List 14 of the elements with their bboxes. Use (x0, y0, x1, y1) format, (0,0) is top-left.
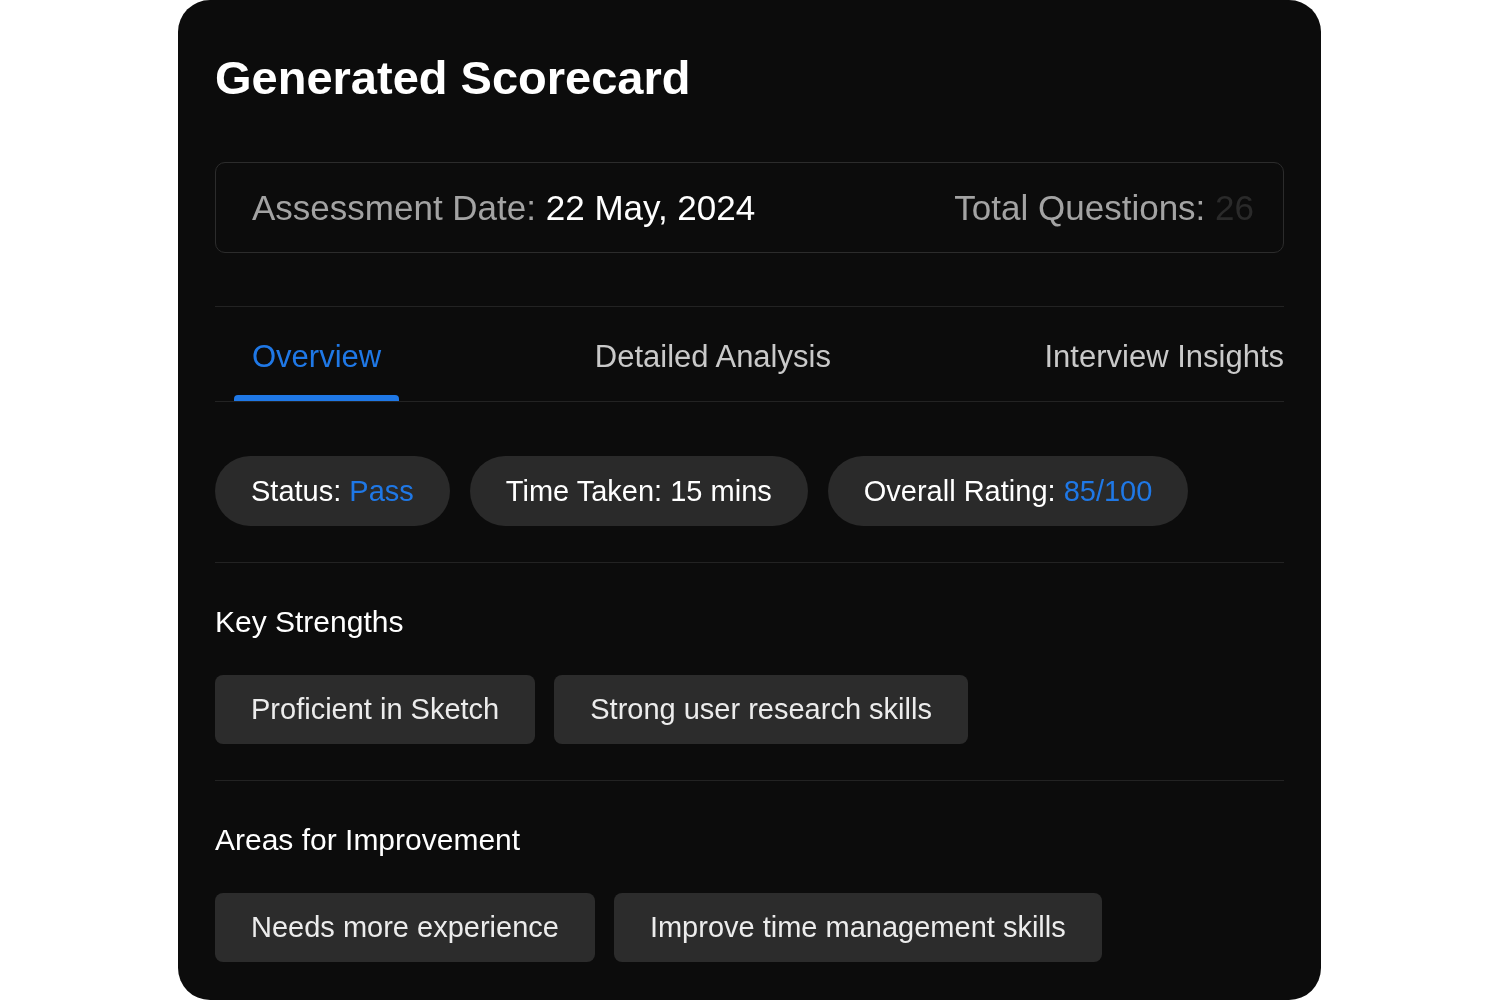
tag: Improve time management skills (613, 893, 1102, 962)
section-heading: Key Strengths (215, 604, 404, 640)
tab[interactable]: Overview (234, 307, 400, 401)
tag: Proficient in Sketch (215, 675, 536, 744)
stat-chip: Overall Rating: 85/100 (827, 456, 1189, 526)
summary-text: Assessment Date: 22 May, 2024 (252, 186, 756, 229)
stat-chip: Status: Pass (215, 456, 450, 526)
tag: Strong user research skills (554, 675, 968, 744)
tag: Needs more experience (215, 893, 595, 962)
stat-chip: Time Taken: 15 mins (469, 456, 808, 526)
section-heading: Areas for Improvement (215, 822, 521, 858)
tab[interactable]: Detailed Analysis (576, 307, 849, 401)
scorecard-title: Generated Scorecard (215, 50, 691, 106)
tab[interactable]: Interview Insights (1026, 307, 1284, 401)
